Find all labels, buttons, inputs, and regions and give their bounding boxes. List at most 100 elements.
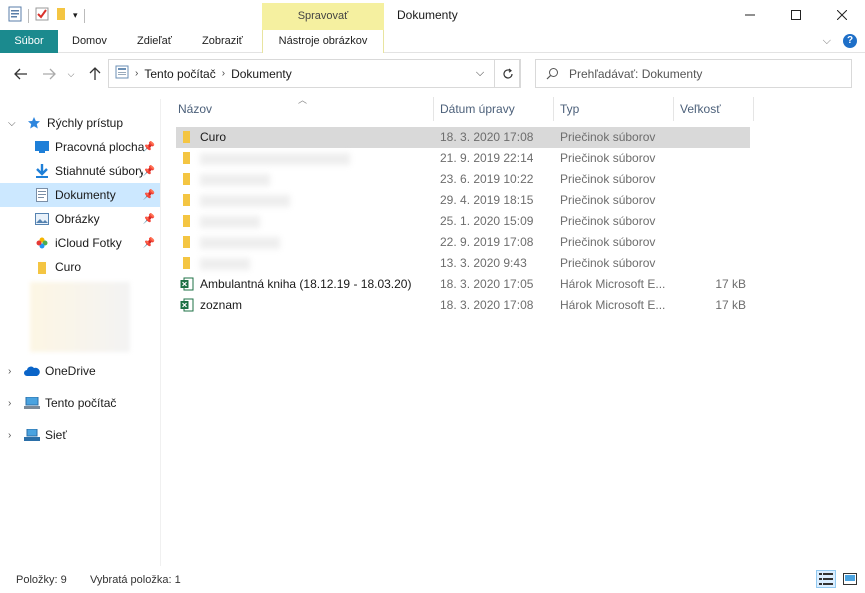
nav-item-icloud-photos[interactable]: iCloud Fotky 📌: [0, 231, 160, 255]
table-row[interactable]: 21. 9. 2019 22:14 Priečinok súborov: [176, 148, 750, 169]
folder-icon: [34, 259, 50, 275]
details-view-icon: [819, 573, 833, 585]
breadcrumb-this-pc[interactable]: Tento počítač: [144, 67, 215, 81]
pin-icon[interactable]: 📌: [143, 142, 155, 153]
new-folder-icon[interactable]: [55, 7, 67, 24]
recent-locations-button[interactable]: ⌵: [62, 65, 80, 83]
file-date: 25. 1. 2020 15:09: [440, 214, 534, 228]
redacted-file-name: [200, 195, 290, 207]
arrow-left-icon: [14, 68, 27, 80]
breadcrumb-separator-icon[interactable]: ›: [222, 68, 225, 79]
icloud-photos-icon: [34, 235, 50, 251]
nav-item-label: Stiahnuté súbory: [55, 164, 143, 178]
table-row[interactable]: Ambulantná kniha (18.12.19 - 18.03.20) 18…: [176, 274, 750, 295]
properties-icon[interactable]: [8, 6, 22, 25]
file-date: 22. 9. 2019 17:08: [440, 235, 534, 249]
pin-icon[interactable]: 📌: [143, 190, 155, 201]
nav-root-label: OneDrive: [45, 364, 96, 378]
table-row[interactable]: 29. 4. 2019 18:15 Priečinok súborov: [176, 190, 750, 211]
file-date: 29. 4. 2019 18:15: [440, 193, 534, 207]
nav-item-label: Pracovná plocha: [55, 140, 145, 154]
up-button[interactable]: [86, 65, 104, 83]
expand-icon[interactable]: ›: [8, 366, 11, 377]
file-name: zoznam: [200, 298, 243, 312]
file-date: 23. 6. 2019 10:22: [440, 172, 534, 186]
file-name: Ambulantná kniha (18.12.19 - 18.03.20): [200, 277, 412, 291]
excel-icon: [180, 298, 194, 312]
nav-item-label: Curo: [55, 260, 82, 274]
details-view-button[interactable]: [816, 570, 836, 588]
expand-icon[interactable]: ›: [8, 430, 11, 441]
computer-icon: [24, 395, 40, 411]
table-row[interactable]: 25. 1. 2020 15:09 Priečinok súborov: [176, 211, 750, 232]
folder-icon: [180, 130, 194, 144]
expand-icon[interactable]: ›: [8, 398, 11, 409]
ribbon-controls: ⌵ ?: [823, 34, 857, 48]
pictures-icon: [34, 211, 50, 227]
nav-item-downloads[interactable]: Stiahnuté súbory 📌: [0, 159, 160, 183]
nav-root-this-pc[interactable]: › Tento počítač: [0, 391, 160, 415]
nav-item-curo[interactable]: Curo: [0, 255, 160, 279]
folder-icon: [180, 151, 194, 165]
collapse-icon[interactable]: ⌵: [8, 118, 16, 129]
breadcrumb: › Tento počítač › Dokumenty: [109, 65, 469, 82]
computer-icon: [115, 65, 129, 82]
window-title: Dokumenty: [397, 8, 458, 22]
file-type: Priečinok súborov: [560, 130, 656, 144]
nav-item-pictures[interactable]: Obrázky 📌: [0, 207, 160, 231]
nav-item-label: iCloud Fotky: [55, 236, 122, 250]
column-header-size[interactable]: Veľkosť: [674, 97, 754, 121]
close-button[interactable]: [819, 0, 865, 30]
folder-icon: [180, 256, 194, 270]
table-row[interactable]: 13. 3. 2020 9:43 Priečinok súborov: [176, 253, 750, 274]
maximize-button[interactable]: [773, 0, 819, 30]
table-row[interactable]: 23. 6. 2019 10:22 Priečinok súborov: [176, 169, 750, 190]
file-type: Priečinok súborov: [560, 235, 656, 249]
back-button[interactable]: [12, 65, 30, 83]
minimize-button[interactable]: [727, 0, 773, 30]
file-type: Hárok Microsoft E...: [560, 298, 666, 312]
pin-icon[interactable]: 📌: [143, 166, 155, 177]
address-bar[interactable]: › Tento počítač › Dokumenty ⌵: [108, 59, 520, 88]
address-dropdown-icon[interactable]: ⌵: [469, 67, 491, 80]
refresh-button[interactable]: [494, 59, 521, 88]
search-box[interactable]: [535, 59, 852, 88]
table-row[interactable]: 22. 9. 2019 17:08 Priečinok súborov: [176, 232, 750, 253]
network-icon: [24, 427, 40, 443]
pin-icon[interactable]: 📌: [143, 214, 155, 225]
search-icon: [546, 68, 558, 80]
tab-file[interactable]: Súbor: [0, 30, 58, 53]
window-controls: [727, 0, 865, 30]
status-selected-count: Vybratá položka: 1: [90, 574, 181, 586]
tab-share[interactable]: Zdieľať: [137, 30, 172, 53]
column-header-name[interactable]: Názov: [172, 97, 434, 121]
pin-icon[interactable]: 📌: [143, 238, 155, 249]
breadcrumb-separator-icon[interactable]: ›: [135, 68, 138, 79]
minimize-icon: [745, 14, 755, 16]
tab-home[interactable]: Domov: [72, 30, 107, 53]
status-item-count: Položky: 9: [16, 574, 67, 586]
large-icons-view-button[interactable]: [840, 570, 860, 588]
table-row[interactable]: zoznam 18. 3. 2020 17:08 Hárok Microsoft E…: [176, 295, 750, 316]
expand-ribbon-icon[interactable]: ⌵: [823, 35, 831, 48]
column-header-date[interactable]: Dátum úpravy: [434, 97, 554, 121]
nav-root-network[interactable]: › Sieť: [0, 423, 160, 447]
breadcrumb-documents[interactable]: Dokumenty: [231, 67, 292, 81]
file-date: 21. 9. 2019 22:14: [440, 151, 534, 165]
nav-item-desktop[interactable]: Pracovná plocha 📌: [0, 135, 160, 159]
column-header-type[interactable]: Typ: [554, 97, 674, 121]
file-name: Curo: [200, 130, 227, 144]
table-row[interactable]: Curo 18. 3. 2020 17:08 Priečinok súborov: [176, 127, 750, 148]
customize-toolbar-icon[interactable]: ▾: [73, 10, 78, 21]
help-icon[interactable]: ?: [843, 34, 857, 48]
forward-button[interactable]: [40, 65, 58, 83]
search-input[interactable]: [569, 66, 829, 81]
nav-item-documents[interactable]: Dokumenty 📌: [0, 183, 160, 207]
toolbar-separator: [28, 8, 29, 23]
nav-quick-access[interactable]: ⌵ Rýchly prístup: [0, 111, 160, 135]
nav-root-onedrive[interactable]: › OneDrive: [0, 359, 160, 383]
tab-picture-tools[interactable]: Nástroje obrázkov: [262, 30, 384, 53]
checkmark-icon[interactable]: [35, 7, 49, 24]
tab-view[interactable]: Zobraziť: [202, 30, 243, 53]
file-type: Hárok Microsoft E...: [560, 277, 666, 291]
